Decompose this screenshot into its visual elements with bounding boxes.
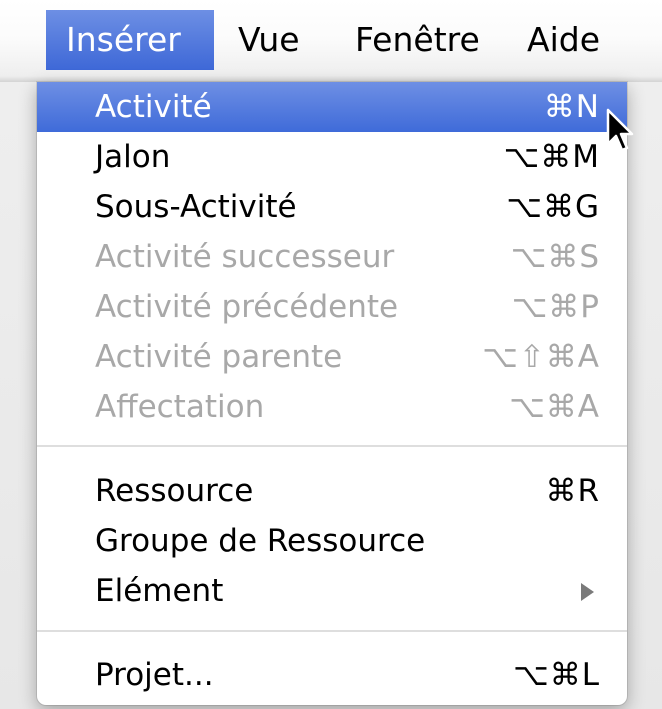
menu-item-label: Jalon bbox=[95, 139, 171, 175]
menu-item-label: Sous-Activité bbox=[95, 189, 297, 225]
menu-item-shortcut: ⌥⌘P bbox=[511, 289, 600, 325]
menu-item-shortcut: ⌘R bbox=[545, 473, 600, 509]
menu-item-activite-successeur: Activité successeur ⌥⌘S bbox=[37, 232, 627, 282]
menu-item-shortcut: ⌥⌘L bbox=[513, 657, 600, 693]
menu-item-activite-parente: Activité parente ⌥⇧⌘A bbox=[37, 332, 627, 382]
menu-item-shortcut: ⌥⌘A bbox=[509, 389, 600, 425]
menu-item-label: Activité précédente bbox=[95, 289, 399, 325]
menubar-item-vue[interactable]: Vue bbox=[238, 10, 300, 70]
menu-item-shortcut: ⌘N bbox=[543, 89, 600, 125]
menu-item-jalon[interactable]: Jalon ⌥⌘M bbox=[37, 132, 627, 182]
menu-item-element[interactable]: Elément bbox=[37, 566, 627, 616]
mouse-pointer-icon bbox=[606, 108, 634, 152]
menu-item-label: Activité successeur bbox=[95, 239, 395, 275]
inserer-dropdown-menu: Activité ⌘N Jalon ⌥⌘M Sous-Activité ⌥⌘G … bbox=[37, 82, 627, 705]
menu-item-groupe-de-ressource[interactable]: Groupe de Ressource bbox=[37, 516, 627, 566]
menu-item-shortcut: ⌥⇧⌘A bbox=[482, 339, 600, 375]
menu-bar: Insérer Vue Fenêtre Aide bbox=[0, 0, 662, 82]
menu-item-ressource[interactable]: Ressource ⌘R bbox=[37, 466, 627, 516]
menu-item-label: Elément bbox=[95, 573, 224, 609]
menu-separator bbox=[37, 630, 627, 632]
menubar-item-fenetre[interactable]: Fenêtre bbox=[355, 10, 480, 70]
submenu-arrow-icon bbox=[581, 583, 594, 601]
menu-item-shortcut: ⌥⌘G bbox=[506, 189, 600, 225]
menu-item-activite[interactable]: Activité ⌘N bbox=[37, 82, 627, 132]
menu-item-label: Groupe de Ressource bbox=[95, 523, 426, 559]
menu-item-label: Ressource bbox=[95, 473, 254, 509]
menu-item-projet[interactable]: Projet... ⌥⌘L bbox=[37, 650, 627, 700]
menu-item-shortcut: ⌥⌘S bbox=[510, 239, 600, 275]
menubar-item-inserer[interactable]: Insérer bbox=[46, 10, 214, 70]
menu-item-activite-precedente: Activité précédente ⌥⌘P bbox=[37, 282, 627, 332]
menubar-item-aide[interactable]: Aide bbox=[527, 10, 600, 70]
menu-item-label: Projet... bbox=[95, 657, 214, 693]
menu-item-label: Activité bbox=[95, 89, 212, 125]
menu-item-affectation: Affectation ⌥⌘A bbox=[37, 382, 627, 432]
menu-separator bbox=[37, 445, 627, 447]
menu-item-label: Affectation bbox=[95, 389, 265, 425]
menu-item-shortcut: ⌥⌘M bbox=[503, 139, 600, 175]
menu-item-sous-activite[interactable]: Sous-Activité ⌥⌘G bbox=[37, 182, 627, 232]
menu-item-label: Activité parente bbox=[95, 339, 343, 375]
